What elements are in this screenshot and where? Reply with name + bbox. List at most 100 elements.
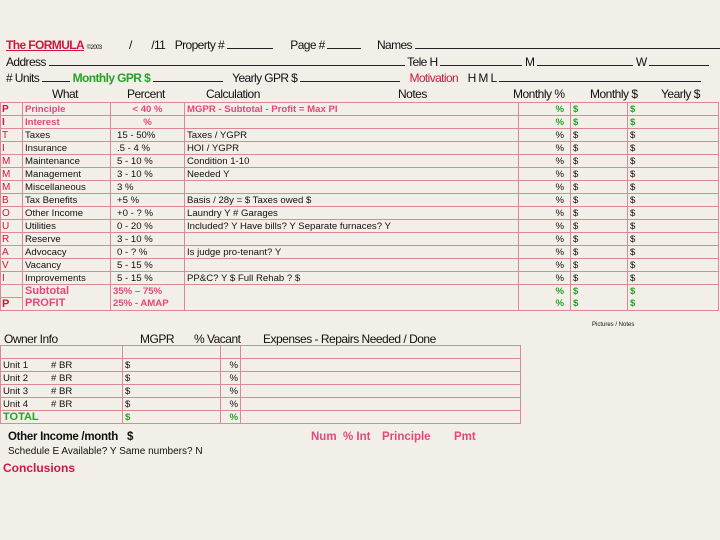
- row-monthly-dollar[interactable]: $: [570, 258, 628, 272]
- row-monthly-pct[interactable]: %: [518, 258, 571, 272]
- row-calculation[interactable]: Taxes / YGPR: [184, 128, 519, 142]
- unit-cell[interactable]: Unit 2 # BR: [0, 371, 123, 385]
- row-monthly-dollar[interactable]: $: [570, 167, 628, 181]
- row-yearly-dollar[interactable]: $: [627, 180, 719, 194]
- unit-mgpr-cell[interactable]: $: [122, 384, 221, 398]
- unit-mgpr-cell[interactable]: $: [122, 397, 221, 411]
- row-monthly-pct[interactable]: %: [518, 180, 571, 194]
- row-monthly-pct[interactable]: %: [518, 219, 571, 233]
- tele-m-field[interactable]: [537, 55, 634, 66]
- row-monthly-pct[interactable]: %: [518, 154, 571, 168]
- col-notes: Notes: [398, 87, 427, 101]
- row-calculation[interactable]: [184, 232, 519, 246]
- row-monthly-pct[interactable]: %: [518, 232, 571, 246]
- motivation-field[interactable]: [498, 71, 701, 82]
- row-monthly-pct[interactable]: %: [518, 193, 571, 207]
- row-calculation[interactable]: MGPR - Subtotal - Profit = Max PI: [184, 102, 519, 116]
- row-yearly-dollar[interactable]: $: [627, 258, 719, 272]
- row-monthly-dollar[interactable]: $: [570, 128, 628, 142]
- row-calculation[interactable]: [184, 258, 519, 272]
- row-monthly-dollar[interactable]: $: [570, 154, 628, 168]
- row-monthly-pct[interactable]: %: [518, 102, 571, 116]
- row-monthly-pct[interactable]: %: [518, 245, 571, 259]
- row-calculation[interactable]: HOI / YGPR: [184, 141, 519, 155]
- row-percent: < 40 %: [110, 102, 185, 116]
- row-yearly-dollar[interactable]: $: [627, 167, 719, 181]
- yearly-gpr-field[interactable]: [299, 71, 400, 82]
- unit-expenses-cell[interactable]: [240, 371, 521, 385]
- row-monthly-dollar[interactable]: $: [570, 193, 628, 207]
- row-monthly-pct[interactable]: %: [518, 206, 571, 220]
- unit-expenses-cell[interactable]: [240, 384, 521, 398]
- subtotal-monthly-pct[interactable]: %: [518, 284, 571, 298]
- row-yearly-dollar[interactable]: $: [627, 141, 719, 155]
- row-yearly-dollar[interactable]: $: [627, 232, 719, 246]
- row-yearly-dollar[interactable]: $: [627, 115, 719, 129]
- row-yearly-dollar[interactable]: $: [627, 206, 719, 220]
- unit-expenses-cell[interactable]: [240, 358, 521, 372]
- total-expenses-cell[interactable]: [240, 410, 521, 424]
- total-vacant-cell[interactable]: %: [220, 410, 241, 424]
- row-yearly-dollar[interactable]: $: [627, 102, 719, 116]
- motivation-hml: H M L: [467, 71, 497, 85]
- subtotal-calc[interactable]: [184, 284, 519, 298]
- row-letter: M: [0, 167, 23, 181]
- row-calculation[interactable]: Included? Y Have bills? Y Separate furna…: [184, 219, 519, 233]
- address-field[interactable]: [48, 55, 405, 66]
- row-monthly-dollar[interactable]: $: [570, 141, 628, 155]
- property-field[interactable]: [226, 38, 273, 49]
- row-yearly-dollar[interactable]: $: [627, 271, 719, 285]
- row-monthly-pct[interactable]: %: [518, 128, 571, 142]
- tele-w-field[interactable]: [649, 55, 710, 66]
- unit-cell[interactable]: Unit 1 # BR: [0, 358, 123, 372]
- row-calculation[interactable]: Basis / 28y = $ Taxes owed $: [184, 193, 519, 207]
- page-field[interactable]: [327, 38, 362, 49]
- row-calculation[interactable]: Is judge pro-tenant? Y: [184, 245, 519, 259]
- row-calculation[interactable]: [184, 115, 519, 129]
- subtotal-yearly-dollar[interactable]: $: [627, 284, 719, 298]
- row-monthly-dollar[interactable]: $: [570, 102, 628, 116]
- row-monthly-pct[interactable]: %: [518, 167, 571, 181]
- row-letter: T: [0, 128, 23, 142]
- row-yearly-dollar[interactable]: $: [627, 245, 719, 259]
- subtotal-monthly-dollar[interactable]: $: [570, 284, 628, 298]
- row-monthly-dollar[interactable]: $: [570, 271, 628, 285]
- row-monthly-dollar[interactable]: $: [570, 219, 628, 233]
- units-field[interactable]: [41, 71, 70, 82]
- unit-mgpr-cell[interactable]: $: [122, 371, 221, 385]
- row-monthly-pct[interactable]: %: [518, 141, 571, 155]
- row-calculation[interactable]: [184, 180, 519, 194]
- row-calculation[interactable]: PP&C? Y $ Full Rehab ? $: [184, 271, 519, 285]
- row-monthly-pct[interactable]: %: [518, 115, 571, 129]
- names-field[interactable]: [414, 38, 720, 49]
- row-yearly-dollar[interactable]: $: [627, 128, 719, 142]
- unit-vacant-cell[interactable]: %: [220, 371, 241, 385]
- profit-monthly-dollar[interactable]: $: [570, 297, 628, 311]
- row-monthly-dollar[interactable]: $: [570, 180, 628, 194]
- row-yearly-dollar[interactable]: $: [627, 193, 719, 207]
- profit-yearly-dollar[interactable]: $: [627, 297, 719, 311]
- profit-calc[interactable]: [184, 297, 519, 311]
- row-calculation[interactable]: Laundry Y # Garages: [184, 206, 519, 220]
- unit-vacant-cell[interactable]: %: [220, 384, 241, 398]
- unit-cell[interactable]: Unit 3 # BR: [0, 384, 123, 398]
- unit-mgpr-cell[interactable]: $: [122, 358, 221, 372]
- row-monthly-dollar[interactable]: $: [570, 245, 628, 259]
- row-yearly-dollar[interactable]: $: [627, 219, 719, 233]
- unit-vacant-cell[interactable]: %: [220, 397, 241, 411]
- row-monthly-dollar[interactable]: $: [570, 115, 628, 129]
- total-mgpr-cell[interactable]: $: [122, 410, 221, 424]
- monthly-gpr-field[interactable]: [152, 71, 223, 82]
- tele-h-field[interactable]: [440, 55, 523, 66]
- row-monthly-dollar[interactable]: $: [570, 232, 628, 246]
- row-monthly-dollar[interactable]: $: [570, 206, 628, 220]
- unit-expenses-cell[interactable]: [240, 397, 521, 411]
- unit-vacant-cell[interactable]: %: [220, 358, 241, 372]
- row-monthly-pct[interactable]: %: [518, 271, 571, 285]
- row-calculation[interactable]: Needed Y: [184, 167, 519, 181]
- profit-monthly-pct[interactable]: %: [518, 297, 571, 311]
- row-calculation[interactable]: Condition 1-10: [184, 154, 519, 168]
- row-yearly-dollar[interactable]: $: [627, 154, 719, 168]
- names-label: Names: [376, 38, 413, 52]
- unit-cell[interactable]: Unit 4 # BR: [0, 397, 123, 411]
